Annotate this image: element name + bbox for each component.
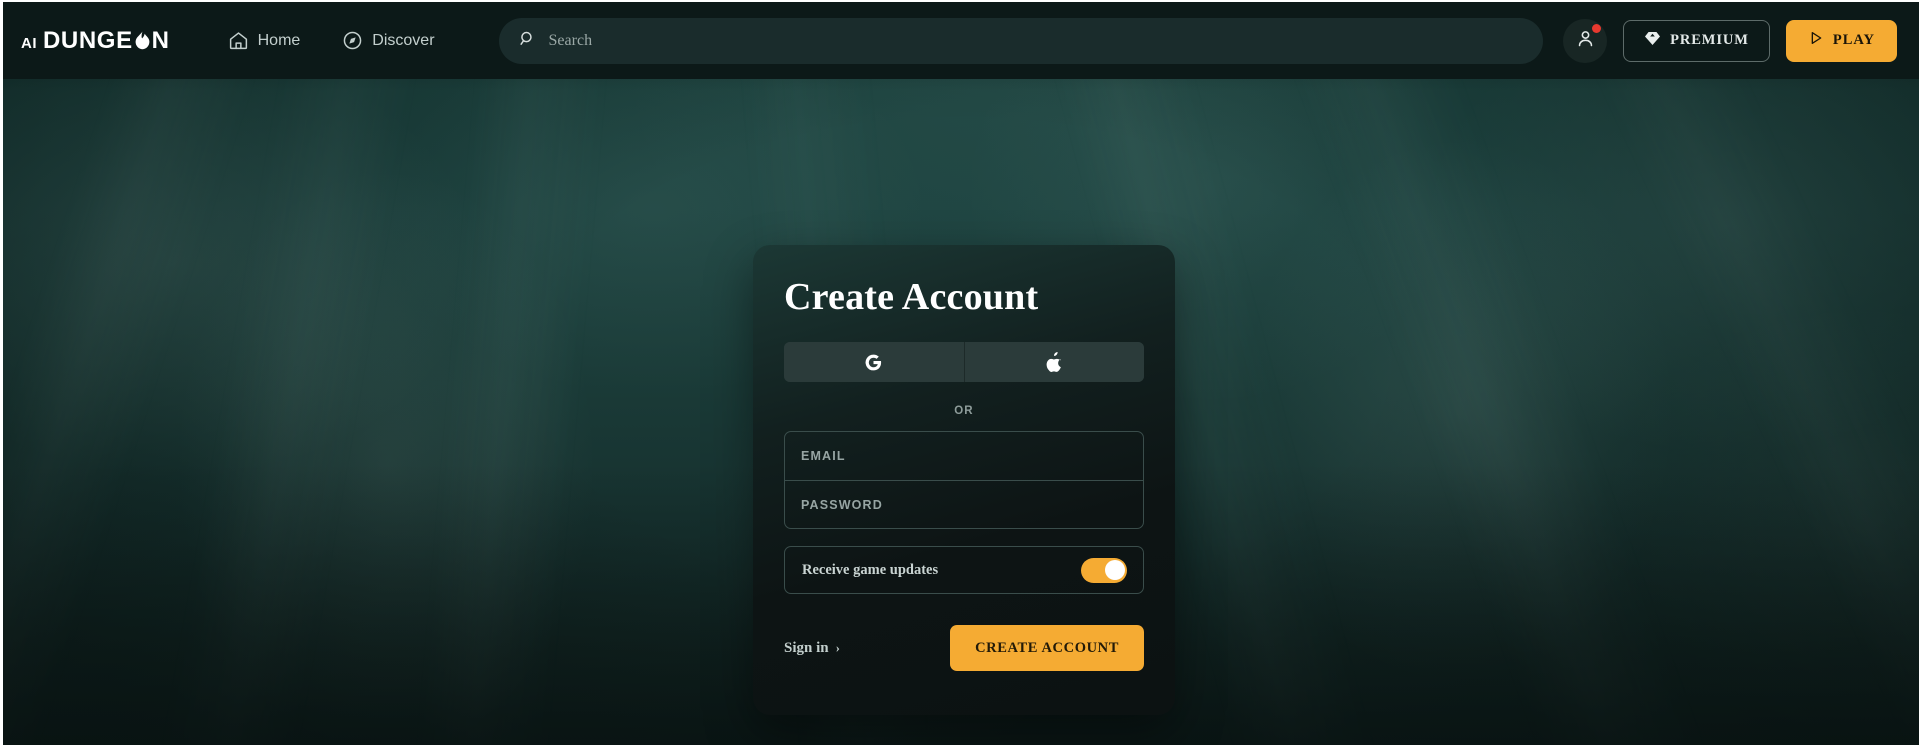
search-icon: [519, 30, 536, 52]
apple-signin-button[interactable]: [963, 342, 1144, 382]
receive-updates-label: Receive game updates: [802, 561, 939, 578]
header-actions: PREMIUM PLAY: [1563, 18, 1897, 63]
search-input-placeholder: Search: [548, 31, 593, 49]
create-account-button[interactable]: CREATE ACCOUNT: [950, 625, 1144, 671]
receive-updates-toggle-row[interactable]: Receive game updates: [784, 546, 1144, 594]
play-button-label: PLAY: [1832, 32, 1875, 48]
email-field-row[interactable]: [785, 432, 1143, 480]
switch-knob: [1104, 560, 1125, 580]
credentials-input-group: [784, 431, 1144, 529]
sign-in-link[interactable]: Sign in ›: [784, 640, 840, 657]
top-navigation-bar: AI DUNGE N Home Discover Search PREMIUM …: [3, 2, 1919, 79]
account-avatar-button[interactable]: [1563, 18, 1608, 63]
premium-button-label: PREMIUM: [1670, 32, 1749, 48]
home-icon: [228, 30, 249, 51]
diamond-icon: [1644, 31, 1661, 51]
password-field-row[interactable]: [785, 480, 1143, 528]
sign-in-label: Sign in: [784, 639, 829, 656]
password-input[interactable]: [801, 497, 1127, 512]
nav-item-home-label: Home: [257, 31, 301, 49]
logo-word-start: DUNGE: [43, 26, 133, 54]
chevron-right-icon: ›: [835, 640, 840, 655]
oauth-provider-row: [784, 342, 1144, 382]
card-action-row: Sign in › CREATE ACCOUNT: [784, 625, 1144, 671]
search-bar[interactable]: Search: [498, 17, 1544, 64]
compass-icon: [342, 30, 363, 51]
google-g-icon: [864, 353, 883, 372]
flame-icon: [134, 31, 151, 50]
receive-updates-switch[interactable]: [1081, 557, 1127, 583]
card-title: Create Account: [784, 276, 1039, 318]
app-window: AI DUNGE N Home Discover Search PREMIUM …: [0, 0, 1922, 748]
logo-word-end: N: [151, 26, 170, 54]
google-signin-button[interactable]: [784, 342, 964, 382]
notification-badge: [1592, 23, 1602, 33]
nav-item-discover-label: Discover: [372, 31, 435, 49]
email-input[interactable]: [801, 449, 1127, 463]
premium-button[interactable]: PREMIUM: [1623, 19, 1770, 62]
play-button[interactable]: PLAY: [1785, 19, 1897, 62]
logo-wordmark: DUNGE N: [43, 27, 170, 55]
oauth-divider-label: OR: [954, 405, 974, 417]
create-account-card: Create Account OR EMAIL Receive game upd…: [753, 245, 1175, 715]
play-icon: [1808, 30, 1824, 51]
nav-item-discover[interactable]: Discover: [328, 22, 448, 59]
nav-item-home[interactable]: Home: [214, 22, 315, 59]
apple-icon: [1046, 352, 1063, 372]
logo-prefix: AI: [21, 34, 37, 52]
app-logo[interactable]: AI DUNGE N: [21, 27, 170, 55]
